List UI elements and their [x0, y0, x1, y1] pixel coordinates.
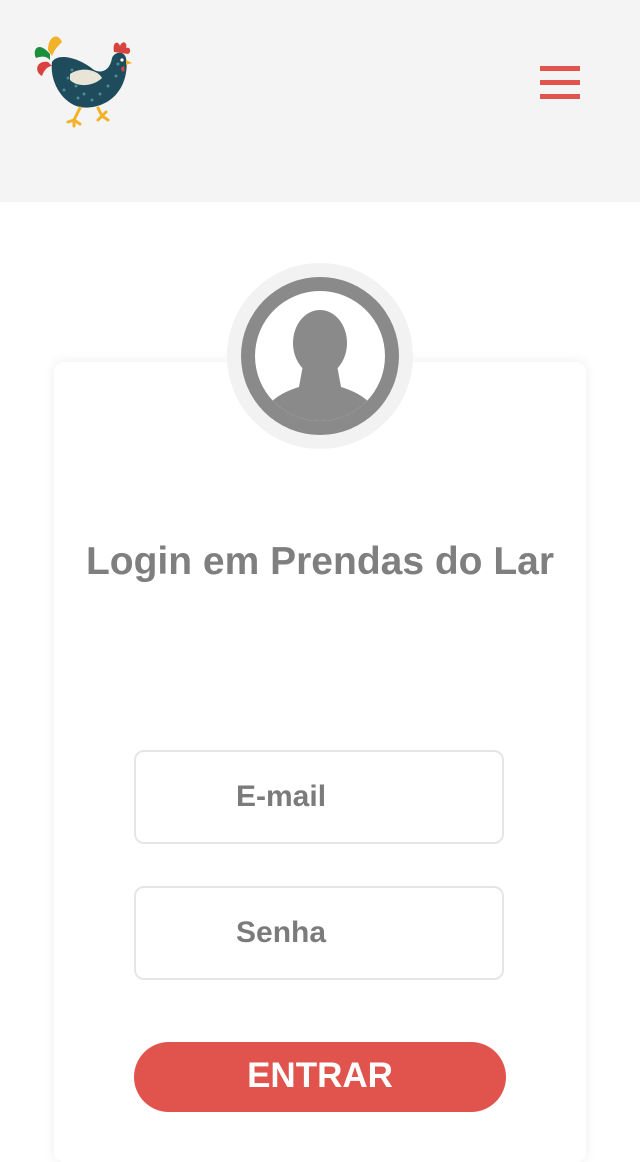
password-placeholder: Senha — [236, 916, 327, 949]
login-submit-button[interactable]: ENTRAR — [134, 1042, 506, 1112]
menu-bar — [540, 80, 580, 85]
email-field[interactable]: E-mail — [134, 750, 504, 844]
menu-bar — [540, 66, 580, 71]
email-placeholder: E-mail — [236, 780, 327, 813]
avatar — [227, 263, 413, 449]
password-field[interactable]: Senha — [134, 886, 504, 980]
menu-bar — [540, 94, 580, 99]
user-avatar-icon — [241, 277, 399, 435]
app-header — [0, 0, 640, 202]
rooster-logo-icon[interactable] — [28, 30, 138, 134]
page-title: Login em Prendas do Lar — [85, 540, 555, 583]
hamburger-menu-icon[interactable] — [532, 60, 588, 106]
